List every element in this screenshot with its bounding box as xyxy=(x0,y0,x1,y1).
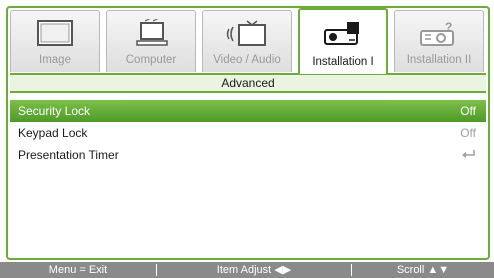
menu-item-value: Off xyxy=(460,104,476,118)
projector-settings-icon: ? xyxy=(420,20,454,46)
left-arrow-icon: ◀ xyxy=(274,264,283,276)
tab-computer[interactable]: Computer xyxy=(106,10,196,72)
menu-list: Security Lock Off Keypad Lock Off Presen… xyxy=(10,100,486,166)
menu-item-label: Keypad Lock xyxy=(18,126,88,140)
menu-item-keypad-lock[interactable]: Keypad Lock Off xyxy=(10,122,486,144)
footer-exit: Menu = Exit xyxy=(48,264,108,276)
osd-menu: Image Computer Video / Audio Installatio… xyxy=(0,0,494,278)
enter-icon xyxy=(462,150,475,158)
tab-label: Installation II xyxy=(406,54,472,66)
monitor-icon xyxy=(37,20,73,46)
tab-image[interactable]: Image xyxy=(10,10,100,72)
menu-item-value: Off xyxy=(460,126,476,140)
right-arrow-icon: ▶ xyxy=(282,264,292,276)
tab-video-audio[interactable]: Video / Audio xyxy=(202,10,292,72)
computer-icon xyxy=(136,19,168,46)
down-arrow-icon: ▼ xyxy=(438,264,450,276)
up-arrow-icon: ▲ xyxy=(427,264,439,276)
projector-icon xyxy=(324,22,359,45)
tab-label: Installation I xyxy=(312,56,374,68)
footer-help-bar: Menu = Exit Item Adjust ◀▶ Scroll ▲▼ xyxy=(0,262,494,278)
video-audio-icon xyxy=(226,20,266,46)
svg-text:?: ? xyxy=(445,20,452,34)
tab-installation-1[interactable]: Installation I xyxy=(298,8,388,74)
tab-installation-2[interactable]: ? Installation II xyxy=(394,10,484,72)
tab-label: Image xyxy=(39,54,71,66)
tab-label: Video / Audio xyxy=(213,54,281,66)
footer-item-adjust: Item Adjust ◀▶ xyxy=(216,264,292,276)
section-title: Advanced xyxy=(10,73,486,93)
menu-item-label: Security Lock xyxy=(18,104,91,118)
menu-item-security-lock[interactable]: Security Lock Off xyxy=(10,100,486,122)
tab-bar: Image Computer Video / Audio Installatio… xyxy=(10,8,486,74)
footer-scroll: Scroll ▲▼ xyxy=(396,264,450,276)
tab-label: Computer xyxy=(125,54,177,66)
menu-item-presentation-timer[interactable]: Presentation Timer xyxy=(10,144,486,166)
menu-item-label: Presentation Timer xyxy=(18,148,119,162)
